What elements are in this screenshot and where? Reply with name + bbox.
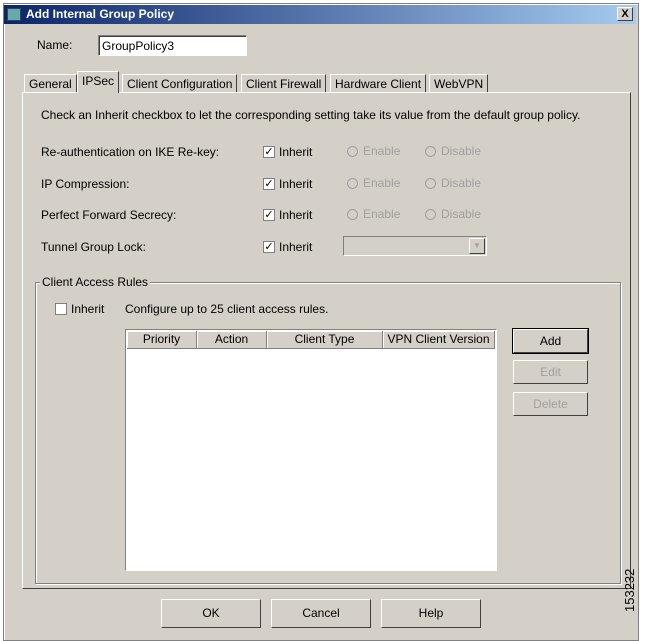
inherit-label: Inherit	[279, 240, 313, 254]
name-label: Name:	[37, 38, 73, 52]
reauth-inherit-checkbox[interactable]: ✓	[263, 146, 275, 158]
column-header-action[interactable]: Action	[197, 331, 267, 349]
add-button[interactable]: Add	[512, 328, 589, 354]
tunnel-group-lock-label: Tunnel Group Lock:	[41, 240, 146, 254]
edit-button[interactable]: Edit	[513, 360, 588, 384]
help-button[interactable]: Help	[381, 599, 481, 628]
app-icon	[7, 8, 21, 21]
disable-label: Disable	[441, 207, 482, 221]
tab-webvpn[interactable]: WebVPN	[429, 74, 489, 93]
ip-compression-disable-radio[interactable]	[425, 178, 436, 189]
ip-compression-enable-radio[interactable]	[347, 178, 358, 189]
pfs-enable-radio[interactable]	[347, 209, 358, 220]
delete-button[interactable]: Delete	[513, 392, 588, 416]
tab-client-firewall[interactable]: Client Firewall	[241, 74, 327, 93]
ip-compression-inherit-checkbox[interactable]: ✓	[263, 178, 275, 190]
inherit-label: Inherit	[279, 177, 313, 191]
figure-id: 153232	[622, 568, 637, 612]
name-input[interactable]	[98, 35, 247, 56]
column-header-priority[interactable]: Priority	[127, 331, 197, 349]
disable-label: Disable	[441, 144, 482, 158]
title-bar: Add Internal Group Policy	[4, 5, 636, 24]
column-header-client-type[interactable]: Client Type	[267, 331, 383, 349]
chevron-down-icon[interactable]: ▼	[469, 238, 485, 254]
tunnel-group-lock-inherit-checkbox[interactable]: ✓	[263, 241, 275, 253]
column-header-vpn-client-version[interactable]: VPN Client Version	[383, 331, 495, 349]
enable-label: Enable	[363, 207, 401, 221]
reauth-enable-radio[interactable]	[347, 146, 358, 157]
instructions: Check an Inherit checkbox to let the cor…	[41, 108, 581, 122]
pfs-disable-radio[interactable]	[425, 209, 436, 220]
rules-table[interactable]	[125, 329, 497, 571]
inherit-label: Inherit	[279, 145, 313, 159]
inherit-label: Inherit	[279, 208, 313, 222]
enable-label: Enable	[363, 176, 401, 190]
tunnel-group-lock-dropdown[interactable]: ▼	[343, 236, 487, 256]
enable-label: Enable	[363, 144, 401, 158]
ok-button[interactable]: OK	[161, 599, 261, 628]
rules-note: Configure up to 25 client access rules.	[125, 302, 329, 316]
tab-client-configuration[interactable]: Client Configuration	[122, 74, 238, 93]
cancel-button[interactable]: Cancel	[271, 599, 371, 628]
disable-label: Disable	[441, 176, 482, 190]
reauth-disable-radio[interactable]	[425, 146, 436, 157]
client-access-inherit-checkbox[interactable]	[55, 303, 67, 315]
pfs-inherit-checkbox[interactable]: ✓	[263, 209, 275, 221]
reauth-label: Re-authentication on IKE Re-key:	[41, 145, 220, 159]
pfs-label: Perfect Forward Secrecy:	[41, 208, 177, 222]
group-legend: Client Access Rules	[40, 275, 151, 289]
ip-compression-label: IP Compression:	[41, 177, 130, 191]
inherit-label: Inherit	[71, 302, 105, 316]
tab-ipsec[interactable]: IPSec	[77, 71, 120, 93]
tab-hardware-client[interactable]: Hardware Client	[330, 74, 427, 93]
close-button[interactable]: X	[617, 7, 633, 21]
tab-general[interactable]: General	[24, 74, 77, 93]
